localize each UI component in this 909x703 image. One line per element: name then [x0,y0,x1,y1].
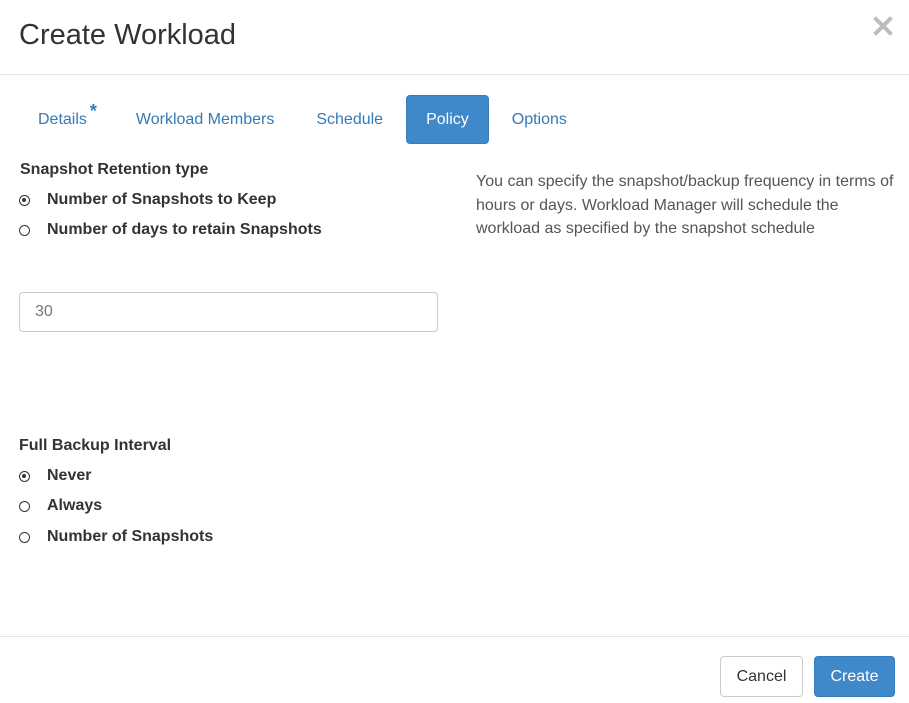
radio-number-of-snapshots[interactable]: Number of Snapshots [19,528,213,546]
snapshot-retention-type-label: Snapshot Retention type [20,161,209,178]
radio-always[interactable]: Always [19,497,102,515]
tab-options[interactable]: Options [493,95,586,144]
tab-schedule-label: Schedule [316,110,384,128]
radio-unchecked-icon[interactable] [19,531,30,543]
dialog-footer: Cancel Create [0,636,909,703]
policy-help-text: You can specify the snapshot/backup freq… [476,173,894,237]
radio-snapshots-to-keep[interactable]: Number of Snapshots to Keep [19,191,276,209]
radio-snapshots-to-keep-label: Number of Snapshots to Keep [47,191,277,208]
dialog-header: Create Workload [0,0,909,75]
radio-days-to-retain-label: Number of days to retain Snapshots [47,221,322,238]
close-icon[interactable] [871,14,895,38]
radio-checked-icon[interactable] [19,194,30,206]
required-marker: * [89,101,97,121]
tab-details[interactable]: Details * [19,95,113,144]
full-backup-interval-label: Full Backup Interval [19,437,172,454]
radio-always-label: Always [47,497,103,514]
radio-unchecked-icon[interactable] [19,224,30,236]
radio-never-label: Never [47,467,92,484]
tab-schedule[interactable]: Schedule [297,95,402,144]
dialog-title: Create Workload [19,19,237,51]
radio-number-of-snapshots-label: Number of Snapshots [47,528,214,545]
create-workload-dialog: Create Workload Details * Workload Membe… [0,0,909,703]
tab-policy-label: Policy [426,110,469,128]
radio-unchecked-icon[interactable] [19,500,30,512]
cancel-button[interactable]: Cancel [720,656,803,697]
workflow-tabs: Details * Workload Members Schedule Poli… [19,95,590,144]
tab-workload-members-label: Workload Members [135,110,275,128]
tab-options-label: Options [511,110,567,128]
retention-value-input[interactable] [19,292,438,332]
radio-never[interactable]: Never [19,467,91,485]
tab-workload-members[interactable]: Workload Members [117,95,293,144]
radio-days-to-retain[interactable]: Number of days to retain Snapshots [19,221,322,239]
tab-policy[interactable]: Policy [406,95,489,144]
tab-details-label: Details [38,110,87,128]
radio-checked-icon[interactable] [19,470,30,482]
create-button[interactable]: Create [814,656,895,697]
